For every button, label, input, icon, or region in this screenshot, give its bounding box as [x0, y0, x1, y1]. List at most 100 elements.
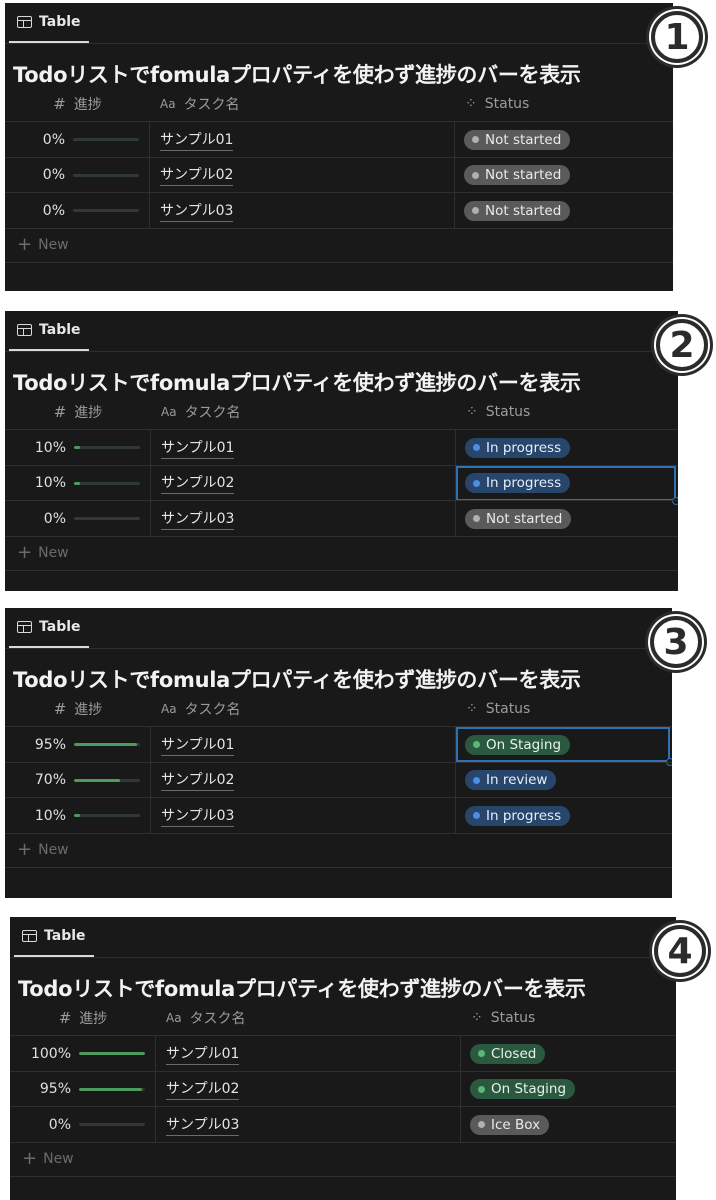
column-header-status[interactable]: ⁘ Status [461, 1010, 535, 1026]
task-name-cell[interactable]: サンプル01 [156, 1036, 461, 1071]
task-name-cell[interactable]: サンプル03 [151, 798, 456, 833]
status-cell[interactable]: In progress [456, 465, 678, 505]
status-badge[interactable]: On Staging [470, 1079, 576, 1099]
table-row[interactable]: 0% サンプル03 Ice Box [10, 1106, 676, 1142]
table-row[interactable]: 10% サンプル03 In progress [5, 797, 672, 833]
status-cell[interactable]: Closed [461, 1036, 674, 1071]
status-cell[interactable]: Ice Box [461, 1107, 674, 1142]
task-name-cell[interactable]: サンプル03 [150, 193, 455, 228]
column-header-status[interactable]: ⁘ Status [455, 96, 529, 112]
status-cell[interactable]: In progress [456, 798, 670, 833]
task-name[interactable]: サンプル02 [160, 164, 234, 186]
column-header-progress[interactable]: # 進捗 [5, 699, 151, 719]
task-name[interactable]: サンプル01 [161, 734, 235, 756]
view-tab-table[interactable]: Table [9, 3, 89, 43]
status-cell[interactable]: Not started [455, 193, 671, 228]
new-row-button[interactable]: + New [5, 227, 673, 263]
view-tab-table[interactable]: Table [9, 311, 89, 351]
column-header-name[interactable]: Aa タスク名 [151, 699, 456, 719]
new-row-button[interactable]: + New [5, 832, 672, 868]
database-title[interactable]: Todoリストでfomulaプロパティを使わず進捗のバーを表示 [13, 59, 581, 89]
table-row[interactable]: 10% サンプル02 In progress [5, 464, 678, 505]
progress-cell[interactable]: 0% [5, 157, 150, 193]
status-badge[interactable]: Ice Box [470, 1114, 550, 1135]
task-name[interactable]: サンプル01 [166, 1043, 240, 1065]
status-cell[interactable]: On Staging [456, 727, 672, 766]
task-name-cell[interactable]: サンプル02 [151, 465, 456, 501]
column-header-status[interactable]: ⁘ Status [456, 701, 530, 717]
status-badge[interactable]: In progress [465, 805, 571, 826]
progress-bar-fill [74, 446, 80, 449]
task-name[interactable]: サンプル01 [161, 437, 235, 459]
status-badge[interactable]: On Staging [465, 734, 571, 755]
column-header-name[interactable]: Aa タスク名 [150, 94, 455, 114]
column-header-progress[interactable]: # 進捗 [5, 402, 151, 422]
view-tab-table[interactable]: Table [14, 917, 94, 957]
task-name[interactable]: サンプル03 [161, 805, 235, 827]
column-header-progress[interactable]: # 進捗 [10, 1008, 156, 1028]
task-name-cell[interactable]: サンプル01 [150, 122, 455, 157]
column-header-status[interactable]: ⁘ Status [456, 404, 530, 420]
status-cell[interactable]: Not started [456, 501, 676, 536]
column-header-progress[interactable]: # 進捗 [5, 94, 150, 114]
status-badge[interactable]: Not started [464, 200, 571, 221]
task-name-cell[interactable]: サンプル02 [150, 157, 455, 193]
column-header-name[interactable]: Aa タスク名 [151, 402, 456, 422]
progress-cell[interactable]: 0% [5, 122, 150, 157]
table-row[interactable]: 100% サンプル01 Closed [10, 1035, 676, 1071]
status-dot-icon [472, 207, 479, 214]
progress-cell[interactable]: 70% [5, 762, 151, 798]
new-row-button[interactable]: + New [5, 535, 678, 571]
status-badge[interactable]: In review [465, 770, 557, 790]
task-name[interactable]: サンプル03 [166, 1114, 240, 1136]
table-row[interactable]: 0% サンプル02 Not started [5, 156, 673, 193]
task-name-cell[interactable]: サンプル01 [151, 430, 456, 465]
status-cell[interactable]: Not started [455, 122, 671, 157]
task-name[interactable]: サンプル02 [161, 472, 235, 494]
new-row-button[interactable]: + New [10, 1141, 676, 1177]
view-tab-table[interactable]: Table [9, 608, 89, 648]
task-name-cell[interactable]: サンプル03 [151, 501, 456, 536]
status-badge[interactable]: Not started [465, 508, 572, 529]
table-row[interactable]: 0% サンプル03 Not started [5, 192, 673, 228]
progress-cell[interactable]: 10% [5, 465, 151, 501]
status-badge[interactable]: Not started [464, 129, 571, 150]
task-name[interactable]: サンプル01 [160, 129, 234, 151]
status-cell[interactable]: In progress [456, 430, 676, 465]
task-name-cell[interactable]: サンプル02 [151, 762, 456, 798]
task-name[interactable]: サンプル03 [160, 200, 234, 222]
table-row[interactable]: 10% サンプル01 In progress [5, 429, 678, 465]
task-name-cell[interactable]: サンプル02 [156, 1071, 461, 1107]
task-name-cell[interactable]: サンプル01 [151, 727, 456, 762]
status-cell[interactable]: In review [456, 763, 670, 798]
progress-cell[interactable]: 10% [5, 430, 151, 465]
task-name[interactable]: サンプル02 [166, 1078, 240, 1100]
task-name-cell[interactable]: サンプル03 [156, 1107, 461, 1142]
status-badge[interactable]: In progress [465, 437, 571, 458]
table-row[interactable]: 0% サンプル03 Not started [5, 500, 678, 536]
status-badge[interactable]: Closed [470, 1043, 546, 1064]
column-header-name[interactable]: Aa タスク名 [156, 1008, 461, 1028]
database-title[interactable]: Todoリストでfomulaプロパティを使わず進捗のバーを表示 [13, 664, 581, 694]
table-row[interactable]: 95% サンプル02 On Staging [10, 1070, 676, 1107]
task-name[interactable]: サンプル02 [161, 769, 235, 791]
progress-cell[interactable]: 95% [5, 727, 151, 762]
database-title[interactable]: Todoリストでfomulaプロパティを使わず進捗のバーを表示 [13, 367, 581, 397]
task-name[interactable]: サンプル03 [161, 508, 235, 530]
progress-cell[interactable]: 0% [10, 1107, 156, 1142]
progress-cell[interactable]: 10% [5, 798, 151, 833]
status-cell[interactable]: On Staging [461, 1072, 674, 1107]
table-row[interactable]: 95% サンプル01 On Staging [5, 726, 672, 766]
status-badge[interactable]: Not started [464, 165, 571, 185]
table-row[interactable]: 0% サンプル01 Not started [5, 121, 673, 157]
progress-cell[interactable]: 100% [10, 1036, 156, 1071]
progress-value: 100% [30, 1045, 71, 1062]
progress-cell[interactable]: 0% [5, 193, 150, 228]
status-cell[interactable]: Not started [455, 158, 671, 193]
status-badge[interactable]: In progress [465, 473, 571, 493]
database-title[interactable]: Todoリストでfomulaプロパティを使わず進捗のバーを表示 [18, 973, 586, 1003]
table-row[interactable]: 70% サンプル02 In review [5, 761, 672, 798]
progress-cell[interactable]: 95% [10, 1071, 156, 1107]
progress-bar [79, 1123, 145, 1126]
progress-cell[interactable]: 0% [5, 501, 151, 536]
